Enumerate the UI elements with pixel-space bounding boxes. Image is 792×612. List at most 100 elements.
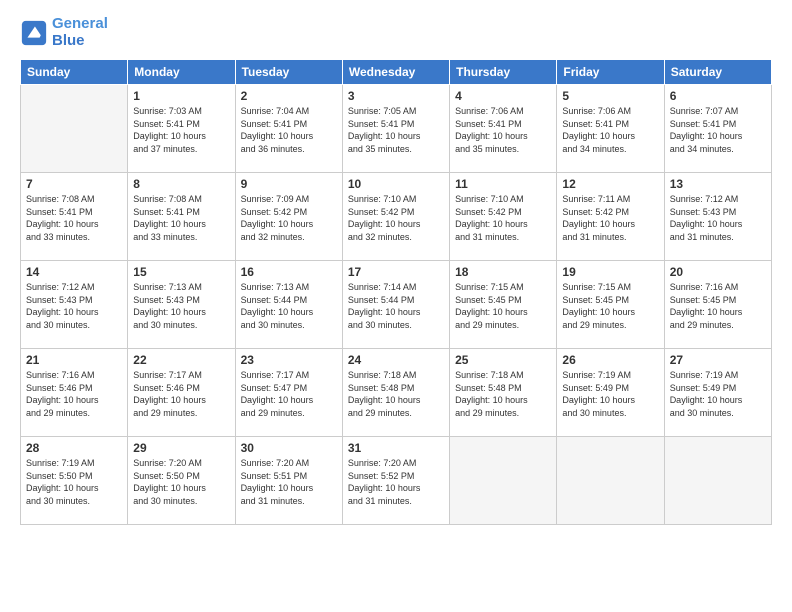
calendar-cell: 9Sunrise: 7:09 AM Sunset: 5:42 PM Daylig… <box>235 173 342 261</box>
day-number: 4 <box>455 89 551 103</box>
logo: General Blue <box>20 16 108 49</box>
day-header-thursday: Thursday <box>450 60 557 85</box>
calendar-header-row: SundayMondayTuesdayWednesdayThursdayFrid… <box>21 60 772 85</box>
calendar-cell: 4 Sunrise: 7:06 AM Sunset: 5:41 PM Daylig… <box>450 85 557 173</box>
calendar-cell: 27 Sunrise: 7:19 AM Sunset: 5:49 PM Dayli… <box>664 349 771 437</box>
calendar-week-row: 7 Sunrise: 7:08 AM Sunset: 5:41 PM Daylig… <box>21 173 772 261</box>
cell-info: Sunrise: 7:19 AM Sunset: 5:49 PM Dayligh… <box>670 369 766 419</box>
calendar-cell: 12 Sunrise: 7:11 AM Sunset: 5:42 PM Dayli… <box>557 173 664 261</box>
day-number: 28 <box>26 441 122 455</box>
day-number: 31 <box>348 441 444 455</box>
day-number: 25 <box>455 353 551 367</box>
calendar-cell: 10 Sunrise: 7:10 AM Sunset: 5:42 PM Dayli… <box>342 173 449 261</box>
cell-info: Sunrise: 7:15 AM Sunset: 5:45 PM Dayligh… <box>455 281 551 331</box>
day-number: 30 <box>241 441 337 455</box>
calendar-table: SundayMondayTuesdayWednesdayThursdayFrid… <box>20 59 772 525</box>
calendar-week-row: 1 Sunrise: 7:03 AM Sunset: 5:41 PM Daylig… <box>21 85 772 173</box>
calendar-cell <box>450 437 557 525</box>
day-number: 2 <box>241 89 337 103</box>
cell-info: Sunrise: 7:06 AM Sunset: 5:41 PM Dayligh… <box>455 105 551 155</box>
calendar-cell: 14 Sunrise: 7:12 AM Sunset: 5:43 PM Dayli… <box>21 261 128 349</box>
calendar-cell: 1 Sunrise: 7:03 AM Sunset: 5:41 PM Daylig… <box>128 85 235 173</box>
cell-info: Sunrise: 7:20 AM Sunset: 5:51 PM Dayligh… <box>241 457 337 507</box>
calendar-cell: 24 Sunrise: 7:18 AM Sunset: 5:48 PM Dayli… <box>342 349 449 437</box>
cell-info: Sunrise: 7:18 AM Sunset: 5:48 PM Dayligh… <box>348 369 444 419</box>
day-number: 7 <box>26 177 122 191</box>
day-number: 12 <box>562 177 658 191</box>
cell-info: Sunrise: 7:20 AM Sunset: 5:50 PM Dayligh… <box>133 457 229 507</box>
cell-info: Sunrise: 7:16 AM Sunset: 5:46 PM Dayligh… <box>26 369 122 419</box>
calendar-cell: 18 Sunrise: 7:15 AM Sunset: 5:45 PM Dayli… <box>450 261 557 349</box>
calendar-cell: 25 Sunrise: 7:18 AM Sunset: 5:48 PM Dayli… <box>450 349 557 437</box>
day-number: 29 <box>133 441 229 455</box>
day-number: 19 <box>562 265 658 279</box>
day-number: 16 <box>241 265 337 279</box>
calendar-cell <box>664 437 771 525</box>
calendar-week-row: 21 Sunrise: 7:16 AM Sunset: 5:46 PM Dayli… <box>21 349 772 437</box>
day-number: 1 <box>133 89 229 103</box>
day-header-monday: Monday <box>128 60 235 85</box>
cell-info: Sunrise: 7:14 AM Sunset: 5:44 PM Dayligh… <box>348 281 444 331</box>
day-header-saturday: Saturday <box>664 60 771 85</box>
calendar-cell: 16 Sunrise: 7:13 AM Sunset: 5:44 PM Dayli… <box>235 261 342 349</box>
calendar-cell: 23Sunrise: 7:17 AM Sunset: 5:47 PM Dayli… <box>235 349 342 437</box>
calendar-cell: 2Sunrise: 7:04 AM Sunset: 5:41 PM Daylig… <box>235 85 342 173</box>
cell-info: Sunrise: 7:16 AM Sunset: 5:45 PM Dayligh… <box>670 281 766 331</box>
day-number: 22 <box>133 353 229 367</box>
day-number: 23 <box>241 353 337 367</box>
calendar-week-row: 14 Sunrise: 7:12 AM Sunset: 5:43 PM Dayli… <box>21 261 772 349</box>
calendar-cell: 30 Sunrise: 7:20 AM Sunset: 5:51 PM Dayli… <box>235 437 342 525</box>
calendar-cell: 21 Sunrise: 7:16 AM Sunset: 5:46 PM Dayli… <box>21 349 128 437</box>
day-number: 15 <box>133 265 229 279</box>
logo-text: General Blue <box>52 16 108 49</box>
day-number: 9 <box>241 177 337 191</box>
cell-info: Sunrise: 7:06 AM Sunset: 5:41 PM Dayligh… <box>562 105 658 155</box>
day-header-wednesday: Wednesday <box>342 60 449 85</box>
day-number: 10 <box>348 177 444 191</box>
calendar-cell: 26Sunrise: 7:19 AM Sunset: 5:49 PM Dayli… <box>557 349 664 437</box>
calendar-cell: 8Sunrise: 7:08 AM Sunset: 5:41 PM Daylig… <box>128 173 235 261</box>
day-number: 27 <box>670 353 766 367</box>
cell-info: Sunrise: 7:10 AM Sunset: 5:42 PM Dayligh… <box>348 193 444 243</box>
cell-info: Sunrise: 7:08 AM Sunset: 5:41 PM Dayligh… <box>26 193 122 243</box>
cell-info: Sunrise: 7:12 AM Sunset: 5:43 PM Dayligh… <box>26 281 122 331</box>
day-number: 18 <box>455 265 551 279</box>
day-number: 24 <box>348 353 444 367</box>
calendar-cell <box>557 437 664 525</box>
day-header-sunday: Sunday <box>21 60 128 85</box>
calendar-cell: 15 Sunrise: 7:13 AM Sunset: 5:43 PM Dayli… <box>128 261 235 349</box>
day-number: 13 <box>670 177 766 191</box>
day-number: 20 <box>670 265 766 279</box>
calendar-cell <box>21 85 128 173</box>
calendar-cell: 7 Sunrise: 7:08 AM Sunset: 5:41 PM Daylig… <box>21 173 128 261</box>
cell-info: Sunrise: 7:17 AM Sunset: 5:46 PM Dayligh… <box>133 369 229 419</box>
day-number: 3 <box>348 89 444 103</box>
day-header-tuesday: Tuesday <box>235 60 342 85</box>
calendar-cell: 22 Sunrise: 7:17 AM Sunset: 5:46 PM Dayli… <box>128 349 235 437</box>
cell-info: Sunrise: 7:03 AM Sunset: 5:41 PM Dayligh… <box>133 105 229 155</box>
calendar-cell: 29 Sunrise: 7:20 AM Sunset: 5:50 PM Dayli… <box>128 437 235 525</box>
calendar-cell: 28Sunrise: 7:19 AM Sunset: 5:50 PM Dayli… <box>21 437 128 525</box>
calendar-cell: 19 Sunrise: 7:15 AM Sunset: 5:45 PM Dayli… <box>557 261 664 349</box>
day-number: 21 <box>26 353 122 367</box>
cell-info: Sunrise: 7:13 AM Sunset: 5:43 PM Dayligh… <box>133 281 229 331</box>
cell-info: Sunrise: 7:20 AM Sunset: 5:52 PM Dayligh… <box>348 457 444 507</box>
calendar-cell: 3 Sunrise: 7:05 AM Sunset: 5:41 PM Daylig… <box>342 85 449 173</box>
cell-info: Sunrise: 7:10 AM Sunset: 5:42 PM Dayligh… <box>455 193 551 243</box>
header: General Blue <box>20 16 772 49</box>
day-number: 6 <box>670 89 766 103</box>
cell-info: Sunrise: 7:13 AM Sunset: 5:44 PM Dayligh… <box>241 281 337 331</box>
cell-info: Sunrise: 7:05 AM Sunset: 5:41 PM Dayligh… <box>348 105 444 155</box>
calendar-cell: 5 Sunrise: 7:06 AM Sunset: 5:41 PM Daylig… <box>557 85 664 173</box>
day-number: 14 <box>26 265 122 279</box>
calendar-cell: 31 Sunrise: 7:20 AM Sunset: 5:52 PM Dayli… <box>342 437 449 525</box>
day-number: 11 <box>455 177 551 191</box>
cell-info: Sunrise: 7:15 AM Sunset: 5:45 PM Dayligh… <box>562 281 658 331</box>
cell-info: Sunrise: 7:07 AM Sunset: 5:41 PM Dayligh… <box>670 105 766 155</box>
cell-info: Sunrise: 7:11 AM Sunset: 5:42 PM Dayligh… <box>562 193 658 243</box>
page-container: General Blue SundayMondayTuesdayWednesda… <box>0 0 792 612</box>
cell-info: Sunrise: 7:18 AM Sunset: 5:48 PM Dayligh… <box>455 369 551 419</box>
logo-icon <box>20 19 48 47</box>
day-number: 5 <box>562 89 658 103</box>
cell-info: Sunrise: 7:19 AM Sunset: 5:49 PM Dayligh… <box>562 369 658 419</box>
